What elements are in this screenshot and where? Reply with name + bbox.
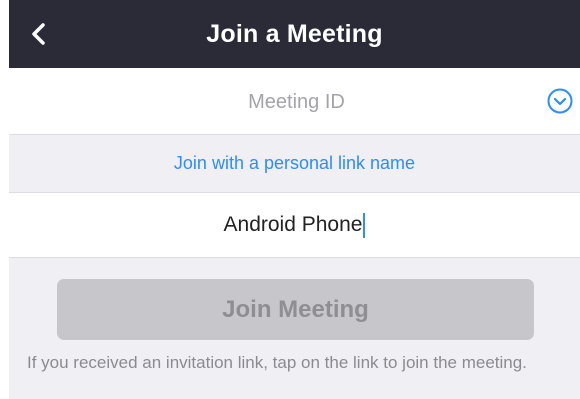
display-name-value: Android Phone	[223, 213, 363, 236]
join-meeting-screen: Join a Meeting Join with a personal link…	[9, 0, 580, 399]
meeting-id-row	[9, 68, 580, 136]
chevron-down-circle-icon	[547, 88, 573, 114]
display-name-field[interactable]: Android Phone	[9, 192, 580, 258]
back-button[interactable]	[21, 16, 57, 52]
top-bar: Join a Meeting	[9, 0, 580, 68]
join-meeting-button-label: Join Meeting	[222, 295, 369, 323]
chevron-left-icon	[32, 23, 45, 45]
personal-link-name-link[interactable]: Join with a personal link name	[174, 153, 415, 174]
meeting-id-input[interactable]	[9, 68, 580, 136]
text-cursor	[363, 212, 366, 238]
invitation-hint-text: If you received an invitation link, tap …	[27, 353, 527, 372]
meeting-id-history-dropdown[interactable]	[546, 87, 574, 115]
page-title: Join a Meeting	[206, 19, 383, 48]
personal-link-row: Join with a personal link name	[9, 135, 580, 191]
join-meeting-button[interactable]: Join Meeting	[57, 279, 534, 340]
